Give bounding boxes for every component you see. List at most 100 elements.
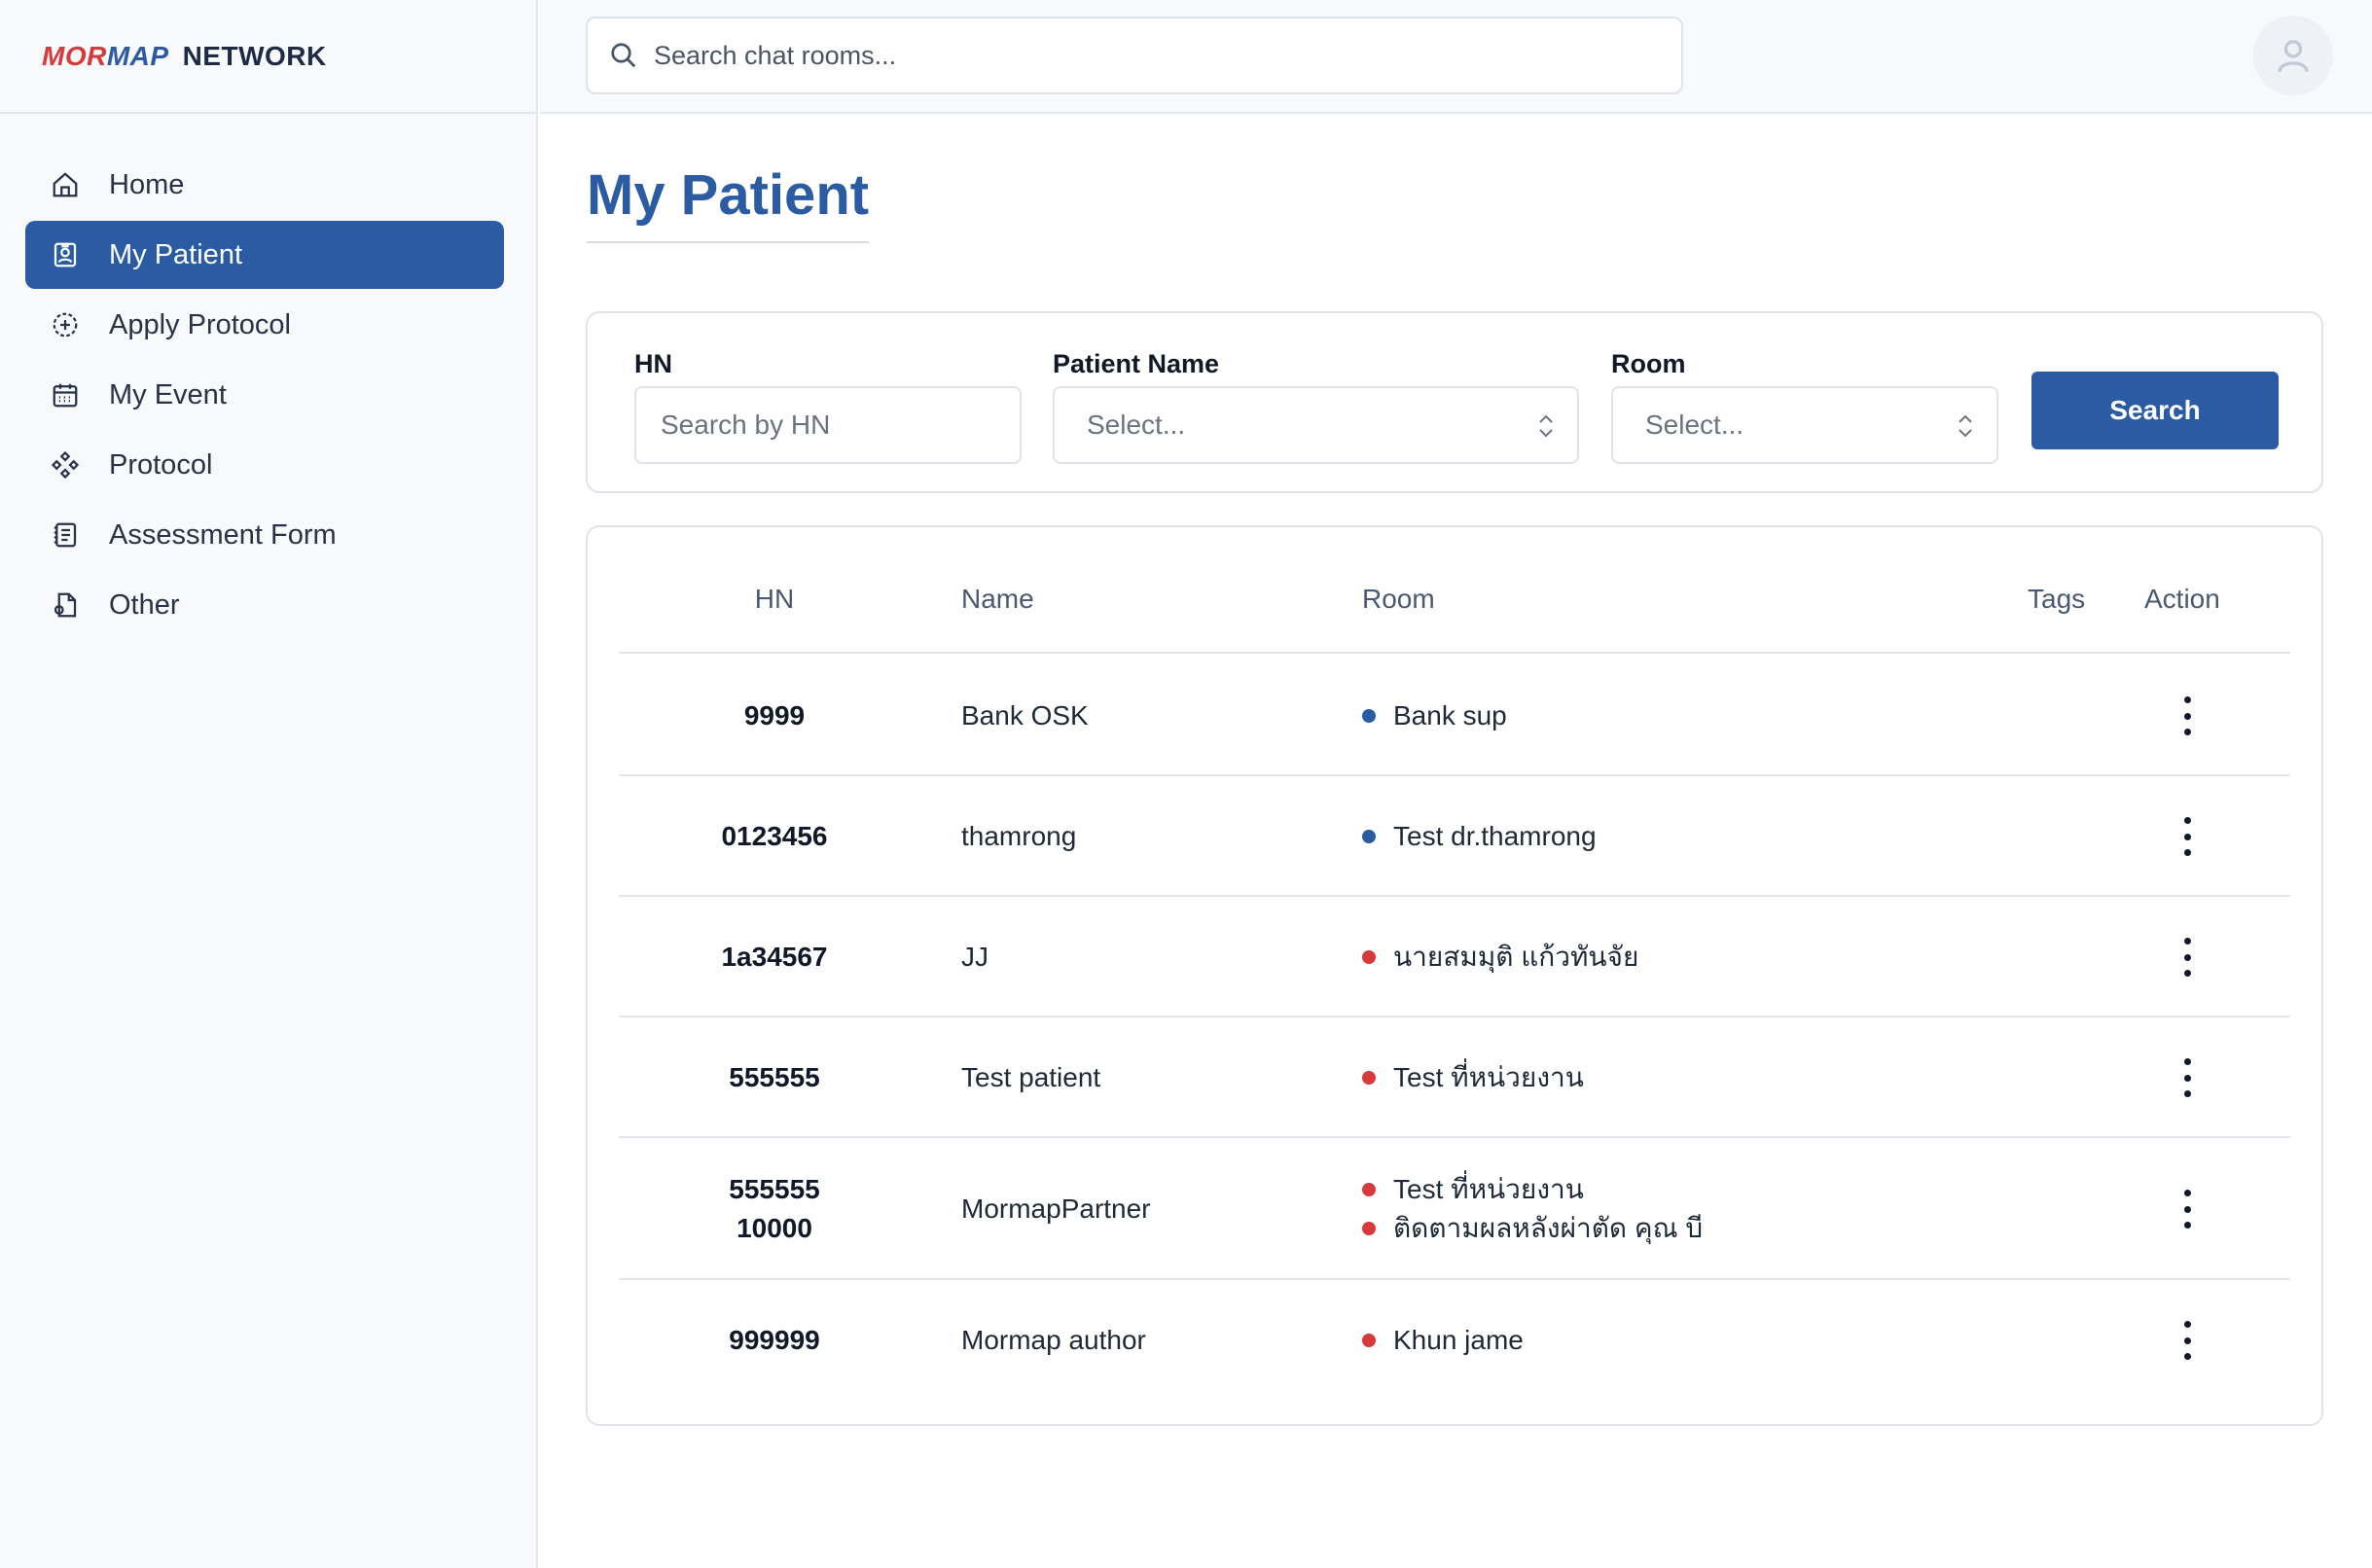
table-row[interactable]: 555555 Test patient Test ที่หน่วยงาน xyxy=(619,1017,2290,1138)
hn-filter-label: HN xyxy=(634,349,672,378)
sidebar-item-label: My Patient xyxy=(109,238,242,270)
chevron-up-down-icon xyxy=(1536,411,1556,441)
sidebar-item-home[interactable]: Home xyxy=(25,151,504,219)
sidebar-item-other[interactable]: Other xyxy=(25,571,504,639)
more-options-icon[interactable] xyxy=(2175,1058,2199,1097)
brand-mor: MOR xyxy=(42,40,107,71)
cell-room: Test dr.thamrong xyxy=(1362,817,1597,856)
kebab-dot xyxy=(2183,1353,2191,1360)
room-entry: Test dr.thamrong xyxy=(1362,817,1597,856)
kebab-dot xyxy=(2183,833,2191,840)
kebab-dot xyxy=(2183,1074,2191,1082)
sidebar-item-assessment-form[interactable]: Assessment Form xyxy=(25,501,504,569)
sidebar-item-apply-protocol[interactable]: Apply Protocol xyxy=(25,291,504,359)
room-entry: Test ที่หน่วยงาน xyxy=(1362,1058,1584,1097)
user-icon xyxy=(2278,40,2309,73)
hn-value: 999999 xyxy=(729,1325,820,1355)
brand-logo[interactable]: MOR MAP NETWORK xyxy=(0,0,536,114)
room-status-dot xyxy=(1362,709,1376,723)
sidebar-item-protocol[interactable]: Protocol xyxy=(25,431,504,499)
document-icon xyxy=(49,588,82,622)
sidebar-nav: Home My Patient Apply Protocol My Event … xyxy=(0,114,536,639)
hn-value: 555555 xyxy=(729,1062,820,1092)
cell-hn: 999999 xyxy=(677,1321,872,1360)
room-status-dot xyxy=(1362,1334,1376,1347)
avatar[interactable] xyxy=(2253,16,2333,95)
column-header-room: Room xyxy=(1362,584,1435,614)
table-header: HN Name Room Tags Action xyxy=(619,527,2290,654)
hn-value: 10000 xyxy=(737,1213,812,1243)
table-row[interactable]: 0123456 thamrong Test dr.thamrong xyxy=(619,776,2290,897)
room-status-dot xyxy=(1362,1071,1376,1085)
kebab-dot xyxy=(2183,938,2191,944)
cell-room: Test ที่หน่วยงาน xyxy=(1362,1058,1584,1097)
kebab-dot xyxy=(2183,1058,2191,1065)
form-list-icon xyxy=(49,518,82,552)
kebab-dot xyxy=(2183,1336,2191,1344)
room-entry: ติดตามผลหลังผ่าตัด คุณ บี xyxy=(1362,1209,1703,1248)
table-row[interactable]: 9999 Bank OSK Bank sup xyxy=(619,656,2290,776)
room-status-dot xyxy=(1362,830,1376,843)
filter-panel: HN Search by HN Patient Name Select... R… xyxy=(586,311,2323,493)
chat-room-search[interactable] xyxy=(586,17,1683,94)
kebab-dot xyxy=(2183,970,2191,977)
room-name: Bank sup xyxy=(1393,700,1507,731)
cell-name: MormapPartner xyxy=(961,1194,1151,1224)
column-header-action: Action xyxy=(2144,584,2220,614)
sidebar-item-my-event[interactable]: My Event xyxy=(25,361,504,429)
sidebar-item-label: My Event xyxy=(109,378,227,410)
kebab-dot xyxy=(2183,1205,2191,1213)
sidebar-item-label: Protocol xyxy=(109,448,213,481)
more-options-icon[interactable] xyxy=(2175,696,2199,735)
patient-name-select-value: Select... xyxy=(1087,410,1186,440)
room-status-dot xyxy=(1362,1222,1376,1235)
hn-value: 9999 xyxy=(743,700,806,731)
kebab-dot xyxy=(2183,1190,2191,1196)
more-options-icon[interactable] xyxy=(2175,817,2199,856)
room-select[interactable]: Select... xyxy=(1611,386,1998,464)
chevron-up-down-icon xyxy=(1956,411,1975,441)
room-name: Test dr.thamrong xyxy=(1393,821,1597,851)
search-button[interactable]: Search xyxy=(2031,372,2279,449)
more-options-icon[interactable] xyxy=(2175,1321,2199,1360)
patient-table: HN Name Room Tags Action 9999 Bank OSK Ban… xyxy=(586,525,2323,1426)
cell-name: thamrong xyxy=(961,821,1077,851)
top-bar xyxy=(540,0,2372,114)
main-content: My Patient HN Search by HN Patient Name … xyxy=(540,116,2372,1568)
sidebar-item-label: Other xyxy=(109,588,180,621)
kebab-dot xyxy=(2183,1321,2191,1328)
hn-value: 555555 xyxy=(729,1174,820,1204)
room-entry: นายสมมุติ แก้วทันจัย xyxy=(1362,938,1638,977)
room-status-dot xyxy=(1362,950,1376,964)
table-row[interactable]: 555555 10000 MormapPartner Test ที่หน่วยงาน… xyxy=(619,1138,2290,1280)
home-icon xyxy=(49,168,82,201)
cell-name: JJ xyxy=(961,942,988,972)
table-row[interactable]: 1a34567 JJ นายสมมุติ แก้วทันจัย xyxy=(619,897,2290,1017)
column-header-tags: Tags xyxy=(2028,584,2086,614)
column-header-hn: HN xyxy=(754,584,795,614)
page-title: My Patient xyxy=(587,162,870,243)
kebab-dot xyxy=(2183,953,2191,961)
cell-name: Test patient xyxy=(961,1062,1101,1092)
kebab-dot xyxy=(2183,817,2191,824)
more-options-icon[interactable] xyxy=(2175,938,2199,977)
patient-name-select[interactable]: Select... xyxy=(1053,386,1579,464)
more-options-icon[interactable] xyxy=(2175,1190,2199,1229)
cell-name: Mormap author xyxy=(961,1325,1146,1355)
room-status-dot xyxy=(1362,1183,1376,1196)
apply-plus-icon xyxy=(49,308,82,341)
room-name: นายสมมุติ แก้วทันจัย xyxy=(1393,942,1639,972)
room-name: Test ที่หน่วยงาน xyxy=(1393,1062,1584,1092)
hn-filter-input[interactable]: Search by HN xyxy=(634,386,1022,464)
kebab-dot xyxy=(2183,729,2191,735)
patient-badge-icon xyxy=(49,238,82,271)
table-row[interactable]: 999999 Mormap author Khun jame xyxy=(619,1280,2290,1401)
sidebar: MOR MAP NETWORK Home My Patient Apply Prot… xyxy=(0,0,538,1568)
chat-room-search-input[interactable] xyxy=(654,40,1627,71)
kebab-dot xyxy=(2183,712,2191,720)
sidebar-item-my-patient[interactable]: My Patient xyxy=(25,221,504,289)
protocol-grid-icon xyxy=(49,448,82,481)
cell-hn: 555555 xyxy=(677,1058,872,1097)
room-entry: Bank sup xyxy=(1362,696,1507,735)
cell-room: นายสมมุติ แก้วทันจัย xyxy=(1362,938,1638,977)
